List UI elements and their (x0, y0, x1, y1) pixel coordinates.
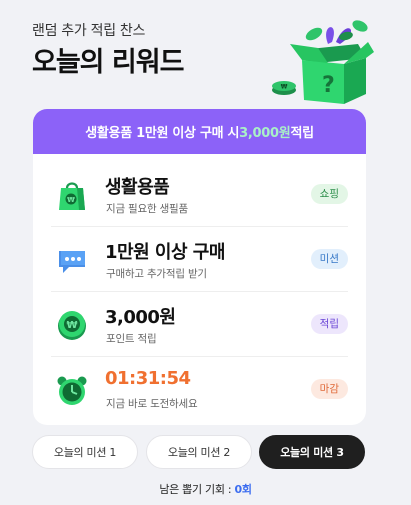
banner-suffix: 적립 (290, 126, 314, 141)
tab-mission-3[interactable]: 오늘의 미션 3 (259, 435, 365, 469)
page-title: 오늘의 리워드 (32, 47, 184, 78)
shopping-bag-icon: ₩ (59, 182, 85, 210)
countdown-timer: 01:31:54 (105, 368, 191, 389)
svg-text:?: ? (322, 73, 335, 98)
svg-text:₩: ₩ (66, 320, 77, 331)
svg-text:₩: ₩ (281, 84, 288, 91)
tab-mission-2[interactable]: 오늘의 미션 2 (146, 435, 252, 469)
status-badge: 쇼핑 (310, 184, 348, 204)
row-main-text: 1만원 이상 구매 (105, 242, 225, 263)
list-item-deadline[interactable]: 01:31:54 지금 바로 도전하세요 마감 (51, 357, 348, 421)
row-sub-text: 구매하고 추가적립 받기 (106, 268, 207, 280)
svg-text:₩: ₩ (67, 196, 75, 204)
header-subtitle: 랜덤 추가 적립 찬스 (32, 23, 146, 39)
row-sub-text: 지금 필요한 생필품 (106, 203, 188, 215)
row-main-text: 생활용품 (105, 177, 170, 198)
mission-tabs: 오늘의 미션 1 오늘의 미션 2 오늘의 미션 3 (32, 435, 367, 469)
remaining-count: 0회 (234, 483, 252, 496)
alarm-clock-icon (57, 376, 87, 405)
list-item-category[interactable]: ₩ 생활용품 지금 필요한 생필품 쇼핑 (51, 162, 348, 227)
list-item-reward[interactable]: ₩ 3,000원 포인트 적립 적립 (51, 292, 348, 357)
banner-prefix: 생활용품 1만원 이상 구매 시 (85, 126, 240, 141)
status-badge: 미션 (310, 249, 348, 269)
tab-mission-1[interactable]: 오늘의 미션 1 (32, 435, 138, 469)
chat-bubble-icon (59, 251, 85, 273)
row-sub-text: 지금 바로 도전하세요 (106, 398, 198, 410)
row-main-text: 3,000원 (105, 307, 176, 328)
status-badge: 적립 (310, 314, 348, 334)
promo-banner: 생활용품 1만원 이상 구매 시 3,000원 적립 (33, 109, 366, 154)
status-badge: 마감 (310, 379, 348, 399)
remaining-chances: 남은 뽑기 기회 : 0회 (0, 481, 411, 497)
list-item-mission[interactable]: 1만원 이상 구매 구매하고 추가적립 받기 미션 (51, 227, 348, 292)
gift-box-illustration-icon: ₩ ? (272, 20, 374, 104)
banner-highlight: 3,000원 (239, 126, 291, 141)
remaining-label: 남은 뽑기 기회 : (159, 483, 235, 496)
coin-icon: ₩ (58, 311, 86, 340)
reward-card: 생활용품 1만원 이상 구매 시 3,000원 적립 ₩ 생활용품 지금 필요한… (33, 109, 366, 425)
row-sub-text: 포인트 적립 (106, 333, 157, 345)
